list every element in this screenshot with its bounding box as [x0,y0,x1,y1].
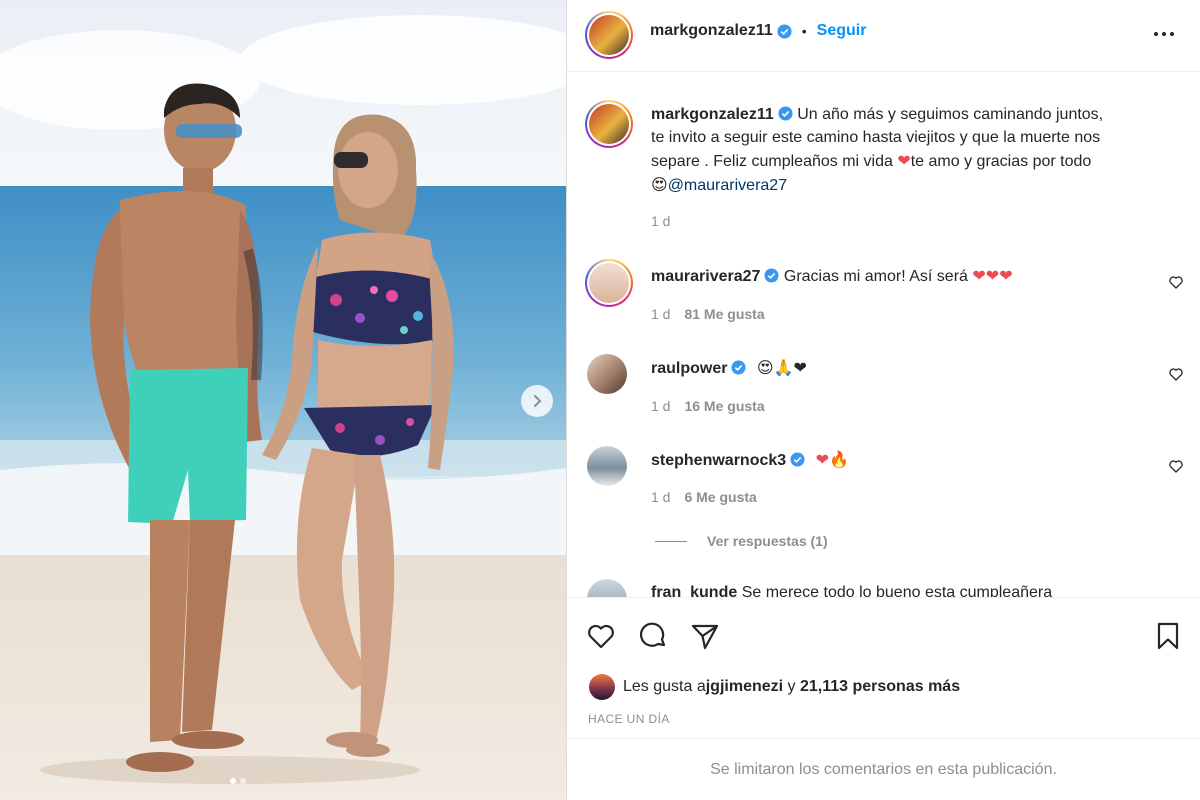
comment-time[interactable]: 1 d [651,489,670,505]
post-panel: markgonzalez11 • Seguir markgonzalez11 U… [567,0,1200,800]
red-heart-emoji-icon: ❤ [897,151,911,170]
comment-meta: 1 d 16 Me gusta [651,398,765,414]
comment-time[interactable]: 1 d [651,306,670,322]
comment-likes[interactable]: 81 Me gusta [684,306,764,322]
comment-text: maurarivera27 Gracias mi amor! Así será … [651,264,1151,288]
verified-badge-icon [778,106,793,121]
comment-icon[interactable] [637,620,669,652]
comment-username[interactable]: stephenwarnock3 [651,452,786,469]
caption-username[interactable]: markgonzalez11 [651,106,774,123]
emoji-reaction-icon: 😍🙏❤ [756,358,807,377]
post-photo [0,0,566,800]
caption-line-1: Un año más y seguimos caminando juntos, [797,106,1104,123]
post-time-ago[interactable]: HACE UN DÍA [588,712,670,726]
hearts-emoji-icon: ❤❤❤ [972,266,1013,285]
follow-button[interactable]: Seguir [817,22,867,40]
action-bar [567,597,1200,667]
liker-avatar[interactable] [589,674,615,700]
comment-avatar[interactable] [587,354,627,394]
comment-username[interactable]: raulpower [651,360,727,377]
carousel-dots [230,778,246,784]
like-comment-heart-icon[interactable] [1168,366,1184,382]
caption-avatar[interactable] [585,100,633,148]
verified-badge-icon [764,268,779,283]
likes-prefix: Les gusta a [623,678,706,695]
comment-avatar[interactable] [585,259,633,307]
caption-line-2: te invito a seguir este camino hasta vie… [651,129,1101,146]
caption-time[interactable]: 1 d [651,213,670,229]
comment-avatar[interactable] [587,579,627,597]
share-icon[interactable] [689,620,721,652]
comment-avatar[interactable] [587,446,627,486]
comment-likes[interactable]: 16 Me gusta [684,398,764,414]
author-username[interactable]: markgonzalez11 [650,22,773,40]
comments-limited-notice: Se limitaron los comentarios en esta pub… [567,738,1200,800]
heart-eyes-emoji-icon: 😍 [651,175,668,194]
comment-username[interactable]: maurarivera27 [651,268,760,285]
chevron-right-icon [534,395,542,407]
carousel-dot-active [230,778,236,784]
heart-icon[interactable] [585,620,617,652]
emoji-reaction-icon: ❤🔥 [815,450,849,469]
comment-text: stephenwarnock3 ❤🔥 [651,448,1151,472]
caption-mention[interactable]: @maurarivera27 [668,177,787,194]
verified-badge-icon [777,23,792,39]
verified-badge-icon [731,360,746,375]
post-header: markgonzalez11 • Seguir [567,0,1200,72]
comment-body: Gracias mi amor! Así será [783,268,973,285]
likes-count[interactable]: 21,113 personas más [800,678,960,696]
bookmark-icon[interactable] [1152,620,1184,652]
comment-likes[interactable]: 6 Me gusta [684,489,756,505]
like-comment-heart-icon[interactable] [1168,458,1184,474]
comment-username[interactable]: fran_kunde [651,584,737,597]
comment-text: raulpower 😍🙏❤ [651,356,1151,380]
comments-list: markgonzalez11 Un año más y seguimos cam… [567,73,1200,597]
comment-body: Se merece todo lo bueno esta cumpleañera [741,584,1053,597]
verified-badge-icon [790,452,805,467]
comment-time[interactable]: 1 d [651,398,670,414]
carousel-dot [240,778,246,784]
comment-text: fran_kunde Se merece todo lo bueno esta … [651,581,1151,597]
view-replies-label: Ver respuestas (1) [707,533,828,549]
like-comment-heart-icon[interactable] [1168,274,1184,290]
caption-text: markgonzalez11 Un año más y seguimos cam… [651,103,1191,197]
replies-line [655,540,687,542]
caption-line-3b: te amo y gracias por todo [910,153,1092,170]
likes-middle: y [783,678,800,695]
header-separator: • [801,23,807,39]
likes-summary: Les gusta a jgjimenezi y 21,113 personas… [589,674,960,700]
caption-line-3a: separe . Feliz cumpleaños mi vida [651,153,898,170]
comment-meta: 1 d 6 Me gusta [651,489,757,505]
beach-couple-image [0,0,566,800]
view-replies-button[interactable]: Ver respuestas (1) [655,533,828,549]
likes-user[interactable]: jgjimenezi [706,678,783,696]
next-photo-button[interactable] [521,385,553,417]
more-horizontal-icon[interactable] [1152,24,1176,44]
comment-meta: 1 d 81 Me gusta [651,306,765,322]
author-avatar[interactable] [585,11,633,59]
